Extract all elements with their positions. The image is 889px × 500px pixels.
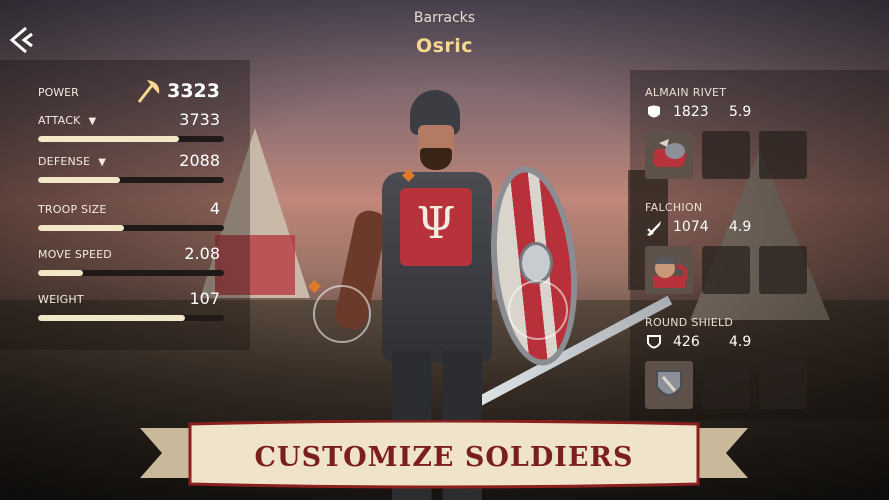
attack-bar: [38, 136, 224, 142]
chevron-down-icon[interactable]: ▼: [98, 157, 106, 168]
equipment-stats-row: 1823 5.9: [645, 103, 815, 125]
equipment-value: 1823: [673, 104, 709, 120]
equipment-slots: [645, 246, 815, 294]
troop-size-bar-fill: [38, 225, 124, 231]
shield-icon: [647, 335, 661, 349]
power-axe-icon: [137, 80, 160, 103]
equipment-stats-row: 1074 4.9: [645, 218, 815, 240]
equipment-slot-empty[interactable]: [702, 246, 750, 294]
equipment-slot-empty[interactable]: [759, 246, 807, 294]
defense-label: DEFENSE ▼: [38, 155, 106, 168]
equipment-stats-row: 426 4.9: [645, 333, 815, 355]
equipment-armor: ALMAIN RIVET 1823 5.9: [645, 86, 815, 179]
helmet-icon: [653, 139, 685, 167]
defense-value: 2088: [179, 151, 220, 170]
equipment-slots: [645, 361, 815, 409]
equipment-name: FALCHION: [645, 201, 703, 214]
equipment-value: 1074: [673, 219, 709, 235]
attack-value: 3733: [179, 110, 220, 129]
banner-text: CUSTOMIZE SOLDIERS: [254, 442, 634, 473]
move-speed-bar-fill: [38, 270, 83, 276]
weight-bar: [38, 315, 224, 321]
equipment-slots: [645, 131, 815, 179]
weight-bar-fill: [38, 315, 185, 321]
troop-size-label: TROOP SIZE: [38, 203, 107, 216]
equipment-weight: 4.9: [729, 219, 752, 235]
equipment-weapon: FALCHION 1074 4.9: [645, 201, 815, 294]
equipment-name: ROUND SHIELD: [645, 316, 734, 329]
equipment-slot-selected[interactable]: [645, 246, 693, 294]
equipment-value: 426: [673, 334, 700, 350]
chevron-down-icon[interactable]: ▼: [89, 116, 97, 127]
defense-bar-fill: [38, 177, 120, 183]
move-speed-bar: [38, 270, 224, 276]
equipment-slot-empty[interactable]: [759, 131, 807, 179]
shield-boss: [522, 245, 550, 281]
move-speed-value: 2.08: [184, 244, 220, 263]
weapon-hotspot-ring[interactable]: [313, 285, 371, 343]
power-value: 3323: [167, 80, 220, 102]
soldier-name: Osric: [415, 35, 474, 57]
equipment-name: ALMAIN RIVET: [645, 86, 727, 99]
troop-size-bar: [38, 225, 224, 231]
tabard-emblem: Ψ: [416, 198, 456, 249]
equipment-slot-empty[interactable]: [759, 361, 807, 409]
weight-value: 107: [189, 289, 220, 308]
soldier-beard: [420, 148, 452, 170]
defense-label-text: DEFENSE: [38, 155, 91, 168]
defense-bar: [38, 177, 224, 183]
troop-size-value: 4: [209, 199, 220, 218]
sword-icon: [647, 221, 661, 236]
equipment-weight: 5.9: [729, 104, 752, 120]
attack-label-text: ATTACK: [38, 114, 81, 127]
shield-icon: [656, 370, 682, 396]
armor-icon: [648, 105, 660, 118]
customize-soldiers-banner: CUSTOMIZE SOLDIERS: [140, 420, 748, 492]
equipment-weight: 4.9: [729, 334, 752, 350]
attack-label: ATTACK ▼: [38, 114, 96, 127]
weight-label: WEIGHT: [38, 293, 84, 306]
soldier-head-icon: [653, 257, 688, 288]
equipment-slot-selected[interactable]: [645, 361, 693, 409]
attack-bar-fill: [38, 136, 180, 142]
equipment-slot-empty[interactable]: [702, 361, 750, 409]
equipment-shield: ROUND SHIELD 426 4.9: [645, 316, 815, 409]
screen-subtitle: Barracks: [413, 10, 476, 26]
equipment-slot-empty[interactable]: [702, 131, 750, 179]
equipment-slot-selected[interactable]: [645, 131, 693, 179]
move-speed-label: MOVE SPEED: [38, 248, 112, 261]
shield-hotspot-ring[interactable]: [508, 280, 568, 340]
power-label: POWER: [38, 86, 79, 99]
